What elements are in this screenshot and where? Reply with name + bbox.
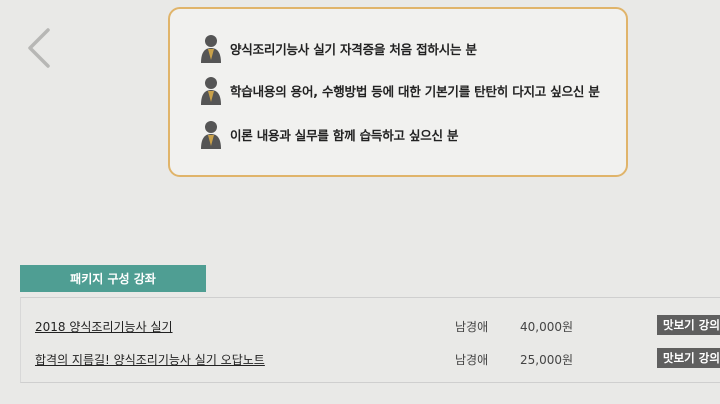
person-icon	[200, 75, 222, 105]
target-text: 양식조리기능사 실기 자격증을 처음 접하시는 분	[230, 41, 477, 57]
package-courses-tab[interactable]: 패키지 구성 강좌	[20, 265, 206, 292]
teacher-name: 남경애	[455, 353, 489, 367]
back-arrow-icon[interactable]	[22, 26, 62, 70]
target-item: 양식조리기능사 실기 자격증을 처음 접하시는 분	[200, 33, 477, 63]
course-price: 40,000원	[520, 320, 574, 334]
target-item: 이론 내용과 실무를 함께 습득하고 싶으신 분	[200, 119, 459, 149]
person-icon	[200, 119, 222, 149]
target-text: 이론 내용과 실무를 함께 습득하고 싶으신 분	[230, 127, 459, 143]
preview-lecture-button[interactable]: 맛보기 강의	[657, 315, 720, 335]
course-link[interactable]: 합격의 지름길! 양식조리기능사 실기 오답노트	[35, 351, 265, 368]
teacher-name: 남경애	[455, 320, 489, 334]
course-link[interactable]: 2018 양식조리기능사 실기	[35, 318, 173, 335]
course-price: 25,000원	[520, 353, 574, 367]
person-icon	[200, 33, 222, 63]
table-row: 2018 양식조리기능사 실기 남경애 40,000원 맛보기 강의	[21, 314, 720, 340]
target-audience-box: 양식조리기능사 실기 자격증을 처음 접하시는 분 학습내용의 용어, 수행방법…	[168, 7, 628, 177]
package-course-table: 2018 양식조리기능사 실기 남경애 40,000원 맛보기 강의 합격의 지…	[20, 297, 720, 383]
target-item: 학습내용의 용어, 수행방법 등에 대한 기본기를 탄탄히 다지고 싶으신 분	[200, 75, 600, 105]
preview-lecture-button[interactable]: 맛보기 강의	[657, 348, 720, 368]
table-row: 합격의 지름길! 양식조리기능사 실기 오답노트 남경애 25,000원 맛보기…	[21, 347, 720, 373]
target-text: 학습내용의 용어, 수행방법 등에 대한 기본기를 탄탄히 다지고 싶으신 분	[230, 83, 600, 99]
